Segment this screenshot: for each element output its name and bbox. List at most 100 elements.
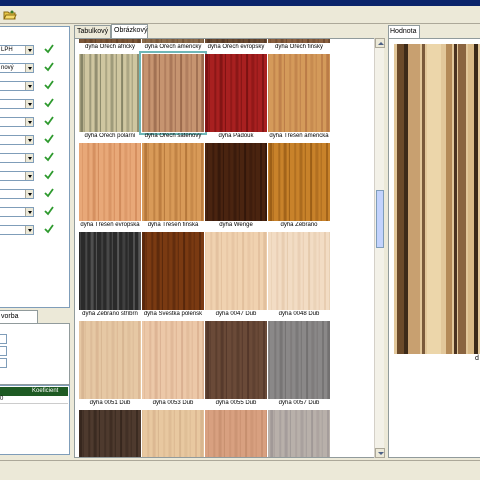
veneer-label: dýha Ořech saténový — [144, 133, 202, 139]
veneer-label: dýha Padouk — [218, 133, 254, 139]
cell-value: 0 — [0, 396, 4, 402]
veneer-label: dýha Třešeň finská — [147, 222, 199, 228]
checkmark-icon — [44, 224, 54, 234]
veneer-swatch-image — [79, 410, 141, 457]
veneer-swatch-image — [205, 410, 270, 457]
form-row — [0, 80, 70, 91]
veneer-swatch-image — [79, 232, 142, 310]
grid-header: Koeficient — [0, 387, 68, 396]
veneer-swatch-image — [79, 321, 141, 399]
dropdown-select[interactable] — [0, 225, 34, 235]
veneer-swatch-image — [205, 232, 267, 310]
veneer-swatch-image — [268, 39, 332, 43]
tab-label: Obrázkový — [114, 27, 148, 34]
tab-hodnota[interactable]: Hodnota — [388, 25, 420, 38]
tab-table-view[interactable]: Tabulkový — [74, 25, 111, 38]
checkmark-icon — [44, 116, 54, 126]
veneer-label: dýha Třešeň americká — [269, 133, 329, 139]
preview-panel: d — [388, 38, 480, 458]
dropdown-value: nový — [1, 65, 14, 71]
dropdown-select[interactable] — [0, 189, 34, 199]
veneer-swatch-image — [142, 410, 204, 457]
form-row — [0, 134, 70, 145]
veneer-swatch-image — [205, 321, 267, 399]
veneer-swatch-image — [142, 39, 207, 43]
dropdown-value: LPH — [1, 47, 13, 53]
checkmark-icon — [44, 80, 54, 90]
form-row: nový — [0, 62, 70, 73]
spin-input[interactable] — [0, 358, 7, 368]
form-row — [0, 116, 70, 127]
dropdown-select[interactable] — [0, 207, 34, 217]
table-row[interactable]: 0 — [0, 396, 68, 404]
folder-open-icon[interactable] — [3, 9, 17, 21]
chevron-down-icon[interactable] — [25, 100, 33, 108]
chevron-down-icon[interactable] — [25, 208, 33, 216]
veneer-label: dýha Zebrano — [280, 222, 318, 228]
tab-label: Hodnota — [390, 28, 417, 35]
veneer-label: dýha Třešeň evropská — [80, 222, 140, 228]
veneer-swatch-image — [268, 54, 330, 132]
dropdown-select[interactable] — [0, 117, 34, 127]
tab-label: vorba — [1, 313, 19, 320]
chevron-down-icon[interactable] — [25, 118, 33, 126]
checkmark-icon — [44, 44, 54, 54]
column-header-koeficient[interactable]: Koeficient — [32, 388, 58, 394]
veneer-label: dýha Wenge — [219, 222, 253, 228]
preview-caption: d — [475, 355, 479, 362]
veneer-label: dýha 0047 Dub — [215, 311, 257, 317]
checkmark-icon — [44, 152, 54, 162]
veneer-swatch-image — [268, 143, 330, 221]
form-row — [0, 188, 70, 199]
tab-image-view[interactable]: Obrázkový — [111, 24, 148, 39]
dropdown-select[interactable] — [0, 153, 34, 163]
chevron-down-icon[interactable] — [25, 46, 33, 54]
veneer-label: dýha Ořech finský — [274, 44, 324, 50]
tvorba-panel — [0, 323, 70, 385]
veneer-label: dýha Švestka polensk — [143, 311, 203, 317]
veneer-label: dýha Ořech evropský — [207, 44, 265, 50]
veneer-swatch-image — [142, 232, 204, 310]
dropdown-select[interactable] — [0, 135, 34, 145]
chevron-down-icon[interactable] — [25, 172, 33, 180]
chevron-down-icon[interactable] — [25, 190, 33, 198]
chevron-down-icon[interactable] — [25, 82, 33, 90]
form-row — [0, 170, 70, 181]
chevron-down-icon[interactable] — [25, 64, 33, 72]
veneer-label: dýha Ořech americký — [144, 44, 202, 50]
veneer-swatch-image — [205, 54, 267, 132]
dropdown-select[interactable] — [0, 81, 34, 91]
veneer-swatch-image — [268, 232, 333, 310]
veneer-swatch-image — [205, 39, 267, 43]
veneer-label: dýha Ořech polární — [84, 133, 136, 139]
spin-input[interactable] — [0, 334, 7, 344]
chevron-down-icon[interactable] — [25, 136, 33, 144]
gallery-scrollbar[interactable] — [374, 38, 385, 458]
form-row — [0, 206, 70, 217]
chevron-down-icon[interactable] — [25, 154, 33, 162]
scroll-down-button[interactable] — [375, 448, 385, 458]
properties-panel: LPH nový — [0, 26, 70, 308]
veneer-label: dýha Ořech africký — [84, 44, 136, 50]
veneer-label: dýha 0057 Dub — [278, 400, 320, 406]
dropdown-select[interactable] — [0, 99, 34, 109]
veneer-label: dýha Zebrano stříbrn — [82, 311, 138, 317]
checkmark-icon — [44, 170, 54, 180]
checkmark-icon — [44, 98, 54, 108]
checkmark-icon — [44, 188, 54, 198]
form-row: LPH — [0, 44, 70, 55]
scroll-up-button[interactable] — [375, 38, 385, 48]
spin-input[interactable] — [0, 346, 7, 356]
veneer-gallery: dýha Ořech africký dýha Ořech americký dýh… — [74, 38, 384, 458]
tab-tvorba[interactable]: vorba — [0, 310, 38, 323]
dropdown-select[interactable]: nový — [0, 63, 34, 73]
veneer-swatch-image — [139, 51, 207, 135]
dropdown-select[interactable]: LPH — [0, 45, 34, 55]
veneer-swatch-image — [79, 54, 141, 132]
toolbar — [0, 6, 480, 24]
scroll-thumb[interactable] — [376, 190, 384, 248]
chevron-down-icon[interactable] — [25, 226, 33, 234]
tab-label: Tabulkový — [77, 28, 109, 35]
dropdown-select[interactable] — [0, 171, 34, 181]
coefficient-grid: Koeficient 0 — [0, 385, 70, 455]
